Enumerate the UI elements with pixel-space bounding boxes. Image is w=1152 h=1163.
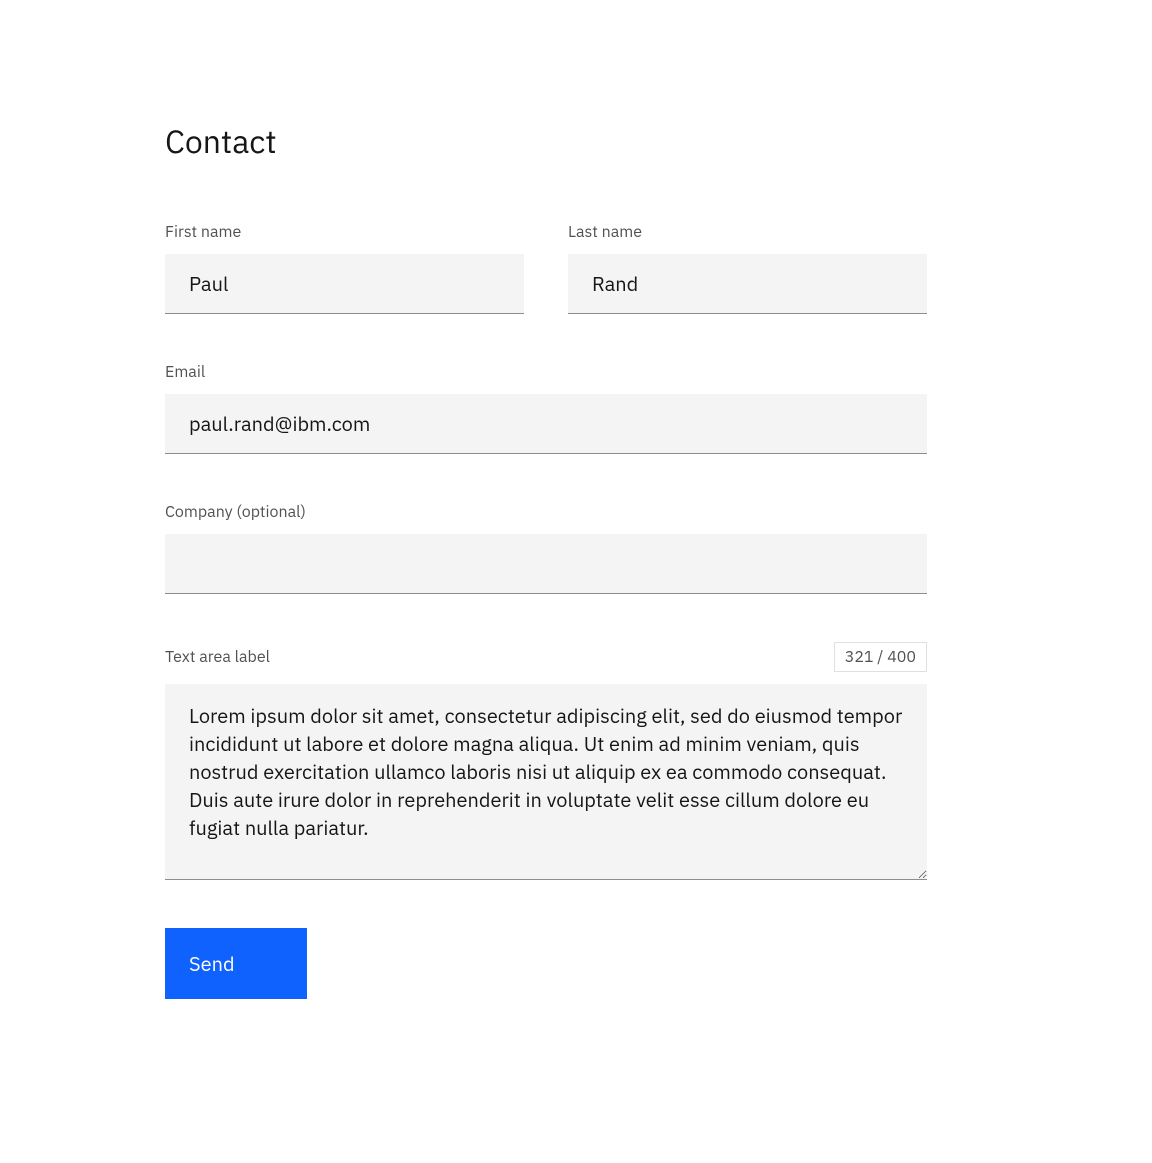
last-name-label: Last name bbox=[568, 222, 927, 242]
company-field: Company (optional) bbox=[165, 502, 927, 594]
send-button[interactable]: Send bbox=[165, 928, 307, 999]
first-name-label: First name bbox=[165, 222, 524, 242]
last-name-field: Last name bbox=[568, 222, 927, 314]
company-input[interactable] bbox=[165, 534, 927, 594]
email-field: Email bbox=[165, 362, 927, 454]
message-label-row: Text area label 321 / 400 bbox=[165, 642, 927, 672]
name-row: First name Last name bbox=[165, 222, 927, 314]
last-name-input[interactable] bbox=[568, 254, 927, 314]
character-counter: 321 / 400 bbox=[834, 642, 927, 672]
email-label: Email bbox=[165, 362, 927, 382]
company-label: Company (optional) bbox=[165, 502, 927, 522]
contact-form: Contact First name Last name Email Compa… bbox=[165, 120, 927, 999]
message-label: Text area label bbox=[165, 647, 270, 667]
page-title: Contact bbox=[165, 120, 927, 162]
first-name-input[interactable] bbox=[165, 254, 524, 314]
message-textarea[interactable] bbox=[165, 684, 927, 880]
first-name-field: First name bbox=[165, 222, 524, 314]
email-input[interactable] bbox=[165, 394, 927, 454]
message-field: Text area label 321 / 400 bbox=[165, 642, 927, 880]
